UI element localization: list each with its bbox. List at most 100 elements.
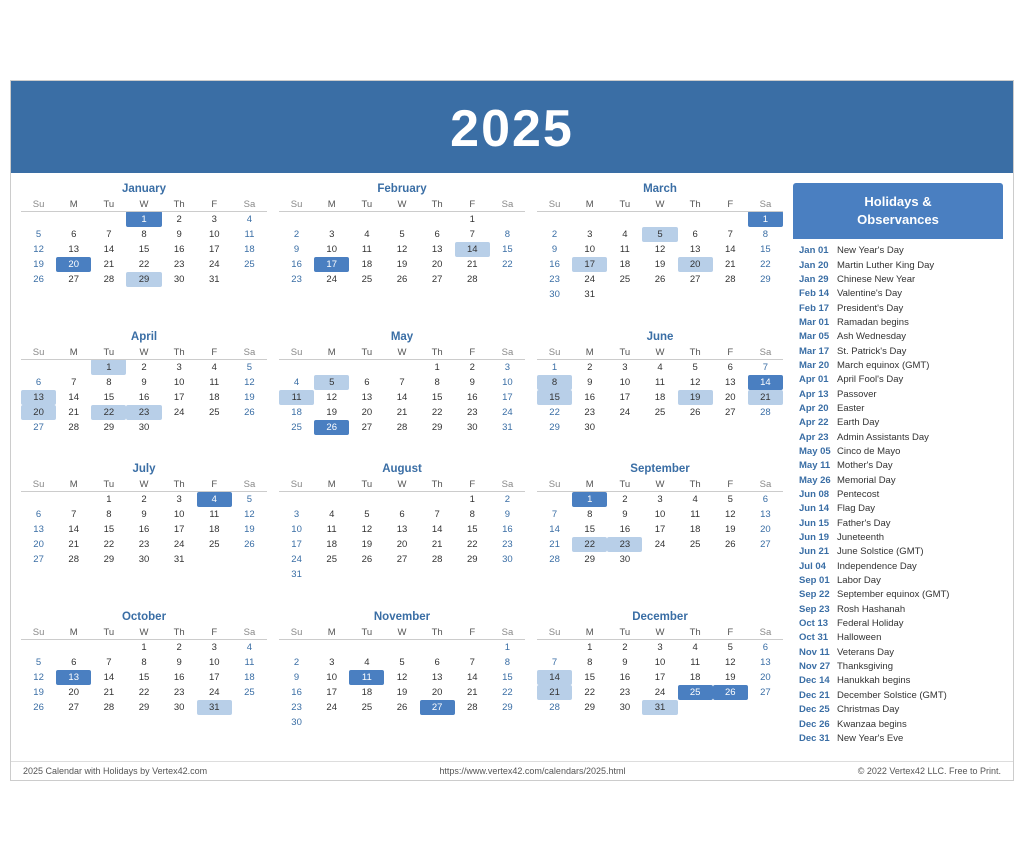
calendar-day: 17 bbox=[642, 522, 677, 537]
calendar-day: 2 bbox=[279, 655, 314, 670]
calendar-day: 26 bbox=[384, 272, 419, 287]
calendar-day: 7 bbox=[91, 655, 126, 670]
holiday-item: Mar 17St. Patrick's Day bbox=[799, 346, 999, 358]
holiday-item: Jan 01New Year's Day bbox=[799, 245, 999, 257]
calendar-day: 15 bbox=[748, 242, 783, 257]
calendar-day: 12 bbox=[21, 670, 56, 685]
calendar-day: 16 bbox=[162, 242, 197, 257]
calendar-day: 29 bbox=[91, 420, 126, 435]
calendar-day: 4 bbox=[197, 359, 232, 375]
holiday-name: December Solstice (GMT) bbox=[837, 690, 947, 702]
calendar-day: 24 bbox=[162, 405, 197, 420]
calendar-day: 2 bbox=[162, 640, 197, 656]
calendar-day: 5 bbox=[349, 507, 384, 522]
calendar-day: 12 bbox=[232, 375, 267, 390]
calendar-day: 31 bbox=[642, 700, 677, 715]
holiday-name: Independence Day bbox=[837, 561, 917, 573]
month-table: SuMTuWThFSa12345678910111213141516171819… bbox=[21, 346, 267, 435]
calendar-day: 23 bbox=[162, 257, 197, 272]
month-title: December bbox=[537, 611, 783, 623]
calendar-day: 3 bbox=[607, 359, 642, 375]
calendar-day: 25 bbox=[607, 272, 642, 287]
holiday-date: Jun 15 bbox=[799, 518, 837, 530]
calendar-day: 11 bbox=[349, 670, 384, 685]
calendar-day bbox=[678, 211, 713, 227]
calendar-day: 13 bbox=[21, 522, 56, 537]
holiday-date: Mar 17 bbox=[799, 346, 837, 358]
holiday-date: Dec 25 bbox=[799, 704, 837, 716]
calendar-day: 9 bbox=[537, 242, 572, 257]
calendar-day: 19 bbox=[713, 670, 748, 685]
calendar-day: 17 bbox=[314, 257, 349, 272]
calendar-day: 28 bbox=[420, 552, 455, 567]
holiday-item: Jun 19Juneteenth bbox=[799, 532, 999, 544]
month-table: SuMTuWThFSa12345678910111213141516171819… bbox=[279, 198, 525, 287]
calendar-day: 7 bbox=[455, 227, 490, 242]
calendar-day bbox=[748, 700, 783, 715]
calendar-day bbox=[91, 211, 126, 227]
calendar-day: 27 bbox=[56, 700, 91, 715]
calendar-day bbox=[572, 211, 607, 227]
calendar-day: 1 bbox=[91, 359, 126, 375]
holiday-name: Passover bbox=[837, 389, 877, 401]
calendar-day: 3 bbox=[314, 227, 349, 242]
calendar-day: 30 bbox=[126, 420, 161, 435]
calendar-day bbox=[607, 211, 642, 227]
calendar-day bbox=[607, 287, 642, 302]
footer: 2025 Calendar with Holidays by Vertex42.… bbox=[11, 761, 1013, 780]
calendar-day: 28 bbox=[56, 420, 91, 435]
calendar-day bbox=[314, 359, 349, 375]
month-title: October bbox=[21, 611, 267, 623]
holiday-name: September equinox (GMT) bbox=[837, 589, 949, 601]
calendar-day: 12 bbox=[642, 242, 677, 257]
calendar-day: 21 bbox=[56, 537, 91, 552]
holiday-date: Nov 27 bbox=[799, 661, 837, 673]
calendar-day: 29 bbox=[572, 700, 607, 715]
calendar-day: 29 bbox=[126, 272, 161, 287]
calendar-day: 20 bbox=[420, 685, 455, 700]
calendar-day bbox=[384, 567, 419, 582]
calendar-day bbox=[384, 359, 419, 375]
calendar-day bbox=[537, 640, 572, 656]
calendar-day: 28 bbox=[748, 405, 783, 420]
calendar-day: 28 bbox=[455, 700, 490, 715]
holiday-date: Jan 20 bbox=[799, 260, 837, 272]
calendar-day: 13 bbox=[678, 242, 713, 257]
calendar-day: 10 bbox=[197, 655, 232, 670]
calendar-day bbox=[420, 640, 455, 656]
calendar-day: 8 bbox=[572, 655, 607, 670]
calendar-day: 21 bbox=[384, 405, 419, 420]
calendar-day: 9 bbox=[607, 507, 642, 522]
calendar-day: 30 bbox=[279, 715, 314, 730]
calendar-day: 5 bbox=[232, 359, 267, 375]
calendar-day: 24 bbox=[314, 272, 349, 287]
calendar-day: 11 bbox=[678, 655, 713, 670]
calendar-day: 25 bbox=[349, 700, 384, 715]
calendar-day bbox=[678, 552, 713, 567]
holiday-item: Jul 04Independence Day bbox=[799, 561, 999, 573]
holiday-date: Dec 14 bbox=[799, 675, 837, 687]
calendar-day: 4 bbox=[642, 359, 677, 375]
calendar-day: 2 bbox=[607, 492, 642, 508]
calendar-day: 31 bbox=[572, 287, 607, 302]
calendar-day: 18 bbox=[232, 242, 267, 257]
calendar-day: 19 bbox=[232, 390, 267, 405]
month-dec: DecemberSuMTuWThFSa123456789101112131415… bbox=[537, 611, 783, 751]
calendar-day: 14 bbox=[748, 375, 783, 390]
holiday-date: Mar 01 bbox=[799, 317, 837, 329]
calendar-day: 28 bbox=[455, 272, 490, 287]
calendar-day: 22 bbox=[126, 685, 161, 700]
calendar-day: 11 bbox=[607, 242, 642, 257]
calendar-day: 26 bbox=[21, 272, 56, 287]
calendar-day: 11 bbox=[349, 242, 384, 257]
calendar-day: 13 bbox=[420, 242, 455, 257]
calendar-day: 9 bbox=[126, 507, 161, 522]
calendar-day: 14 bbox=[91, 242, 126, 257]
calendar-day bbox=[384, 640, 419, 656]
calendar-day: 28 bbox=[91, 700, 126, 715]
holiday-item: Sep 22September equinox (GMT) bbox=[799, 589, 999, 601]
calendar-day: 19 bbox=[642, 257, 677, 272]
calendar-day: 27 bbox=[56, 272, 91, 287]
calendar-day: 18 bbox=[197, 522, 232, 537]
calendar-day: 22 bbox=[748, 257, 783, 272]
